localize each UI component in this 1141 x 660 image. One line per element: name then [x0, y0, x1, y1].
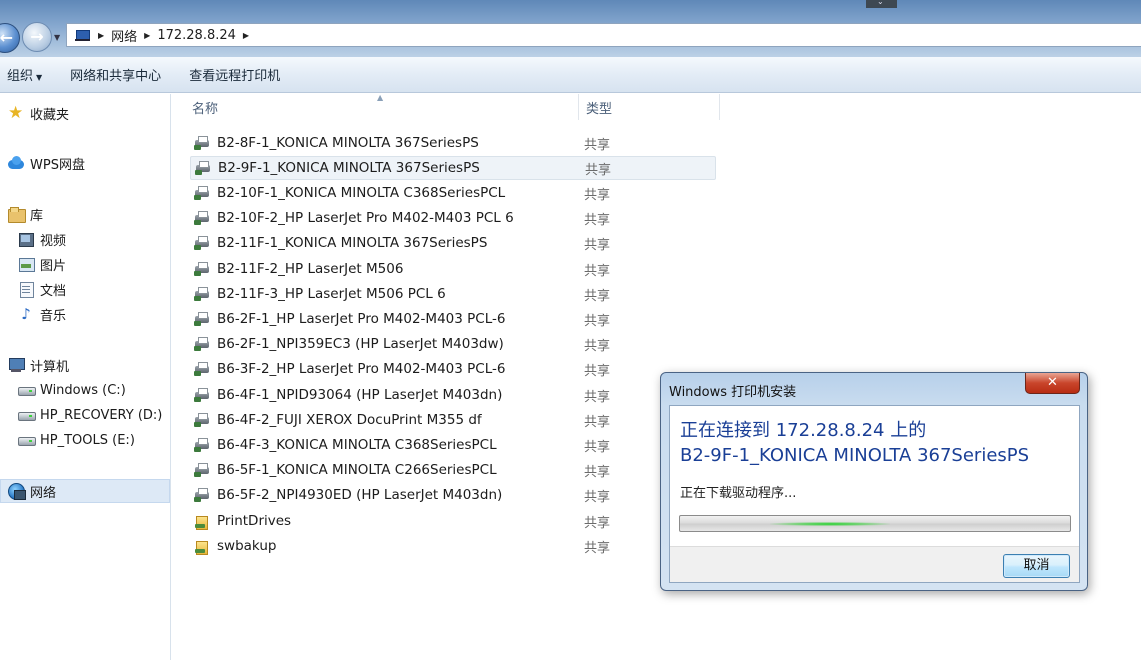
printer-icon: [194, 160, 212, 176]
nav-drive-e[interactable]: HP_TOOLS (E:): [18, 428, 135, 452]
library-icon: [8, 206, 26, 223]
forward-button[interactable]: →: [22, 22, 52, 52]
list-item[interactable]: swbakup 共享: [190, 534, 716, 558]
list-item[interactable]: B6-2F-1_HP LaserJet Pro M402-M403 PCL-6 …: [190, 307, 716, 331]
list-item[interactable]: B6-4F-3_KONICA MINOLTA C368SeriesPCL 共享: [190, 433, 716, 457]
printer-icon: [193, 437, 211, 453]
network-center-button[interactable]: 网络和共享中心: [58, 65, 177, 84]
list-item[interactable]: B2-10F-2_HP LaserJet Pro M402-M403 PCL 6…: [190, 206, 716, 230]
view-remote-printers-button[interactable]: 查看远程打印机: [177, 65, 296, 84]
video-icon: [18, 231, 34, 247]
nav-network[interactable]: 网络: [0, 479, 170, 503]
list-item[interactable]: B6-5F-1_KONICA MINOLTA C266SeriesPCL 共享: [190, 458, 716, 482]
column-header-type[interactable]: 类型: [580, 94, 720, 120]
printer-icon: [193, 135, 211, 151]
list-item-selected[interactable]: B2-9F-1_KONICA MINOLTA 367SeriesPS 共享: [190, 156, 716, 180]
sort-ascending-icon: ▲: [377, 93, 384, 102]
nav-favorites[interactable]: ★ 收藏夹: [8, 101, 69, 125]
chevron-down-icon: ⌄: [877, 0, 884, 6]
breadcrumb-separator-icon[interactable]: ▶: [144, 31, 150, 40]
list-item[interactable]: B2-8F-1_KONICA MINOLTA 367SeriesPS 共享: [190, 131, 716, 155]
command-bar: 组织 ▼ 网络和共享中心 查看远程打印机: [0, 57, 1141, 93]
nav-videos[interactable]: 视频: [18, 227, 66, 251]
close-button[interactable]: ✕: [1025, 373, 1080, 394]
connecting-heading: 正在连接到 172.28.8.24 上的 B2-9F-1_KONICA MINO…: [680, 418, 1029, 468]
drive-icon: [18, 407, 36, 423]
list-item[interactable]: B6-2F-1_NPI359EC3 (HP LaserJet M403dw) 共…: [190, 332, 716, 356]
arrow-right-icon: →: [30, 27, 44, 46]
nav-music[interactable]: ♪ 音乐: [18, 302, 66, 326]
list-item[interactable]: B6-4F-1_NPID93064 (HP LaserJet M403dn) 共…: [190, 383, 716, 407]
music-note-icon: ♪: [21, 305, 31, 323]
list-item[interactable]: B6-3F-2_HP LaserJet Pro M402-M403 PCL-6 …: [190, 357, 716, 381]
printer-icon: [193, 185, 211, 201]
progress-marquee: [770, 522, 890, 526]
breadcrumb-host[interactable]: 172.28.8.24: [157, 28, 236, 43]
printer-install-dialog: Windows 打印机安装 ✕ 正在连接到 172.28.8.24 上的 B2-…: [660, 372, 1088, 591]
drive-icon: [18, 382, 36, 398]
document-icon: [18, 281, 34, 298]
dialog-footer: 取消: [670, 546, 1079, 582]
nav-pictures[interactable]: 图片: [18, 252, 66, 276]
network-globe-icon: [8, 483, 26, 500]
printer-icon: [193, 462, 211, 478]
printer-icon: [193, 361, 211, 377]
printer-icon: [193, 412, 211, 428]
list-item[interactable]: B2-11F-2_HP LaserJet M506 共享: [190, 257, 716, 281]
nav-documents[interactable]: 文档: [18, 277, 66, 301]
printer-icon: [193, 311, 211, 327]
shared-folder-icon: [193, 513, 211, 530]
list-item[interactable]: PrintDrives 共享: [190, 509, 716, 533]
breadcrumb-network[interactable]: 网络: [111, 26, 137, 45]
printer-icon: [193, 261, 211, 277]
navigation-pane: ★ 收藏夹 WPS网盘 库 视频 图片 文档 ♪ 音乐 计算机 Windows …: [0, 94, 171, 660]
nav-computer[interactable]: 计算机: [8, 353, 69, 377]
computer-icon: [8, 357, 25, 373]
printer-icon: [193, 387, 211, 403]
address-bar[interactable]: ▶ 网络 ▶ 172.28.8.24 ▶: [66, 23, 1141, 47]
dialog-title: Windows 打印机安装: [669, 385, 797, 400]
nav-drive-d[interactable]: HP_RECOVERY (D:): [18, 403, 162, 427]
nav-drive-c[interactable]: Windows (C:): [18, 378, 126, 402]
list-item[interactable]: B2-10F-1_KONICA MINOLTA C368SeriesPCL 共享: [190, 181, 716, 205]
printer-icon: [193, 210, 211, 226]
column-header-name[interactable]: 名称 ▲: [172, 93, 579, 120]
shared-folder-icon: [193, 538, 211, 555]
nav-wps-drive[interactable]: WPS网盘: [8, 151, 85, 175]
progress-bar: [679, 515, 1071, 532]
recent-pages-dropdown[interactable]: ▼: [54, 33, 60, 42]
printer-icon: [193, 336, 211, 352]
connecting-heading-line1: 正在连接到 172.28.8.24 上的: [680, 420, 927, 441]
window-top-notch[interactable]: ⌄: [866, 0, 897, 8]
printer-icon: [193, 286, 211, 302]
caret-down-icon: ▼: [36, 73, 43, 82]
close-icon: ✕: [1047, 375, 1058, 390]
picture-icon: [18, 256, 35, 272]
connecting-heading-line2: B2-9F-1_KONICA MINOLTA 367SeriesPS: [680, 445, 1030, 466]
list-item[interactable]: B2-11F-1_KONICA MINOLTA 367SeriesPS 共享: [190, 231, 716, 255]
printer-icon: [193, 487, 211, 503]
cloud-icon: [8, 155, 24, 171]
breadcrumb-separator-icon[interactable]: ▶: [243, 31, 249, 40]
list-item[interactable]: B6-4F-2_FUJI XEROX DocuPrint M355 df 共享: [190, 408, 716, 432]
dialog-body: 正在连接到 172.28.8.24 上的 B2-9F-1_KONICA MINO…: [669, 405, 1080, 583]
arrow-left-icon: ←: [0, 28, 13, 47]
download-status: 正在下载驱动程序...: [680, 486, 797, 501]
drive-icon: [18, 432, 36, 448]
star-icon: ★: [8, 103, 24, 123]
cancel-button[interactable]: 取消: [1003, 554, 1070, 578]
breadcrumb-separator-icon[interactable]: ▶: [98, 31, 104, 40]
nav-libraries[interactable]: 库: [8, 202, 43, 226]
list-item[interactable]: B2-11F-3_HP LaserJet M506 PCL 6 共享: [190, 282, 716, 306]
network-icon: [75, 28, 91, 42]
organize-menu[interactable]: 组织 ▼: [0, 65, 58, 84]
list-item[interactable]: B6-5F-2_NPI4930ED (HP LaserJet M403dn) 共…: [190, 483, 716, 507]
printer-icon: [193, 235, 211, 251]
